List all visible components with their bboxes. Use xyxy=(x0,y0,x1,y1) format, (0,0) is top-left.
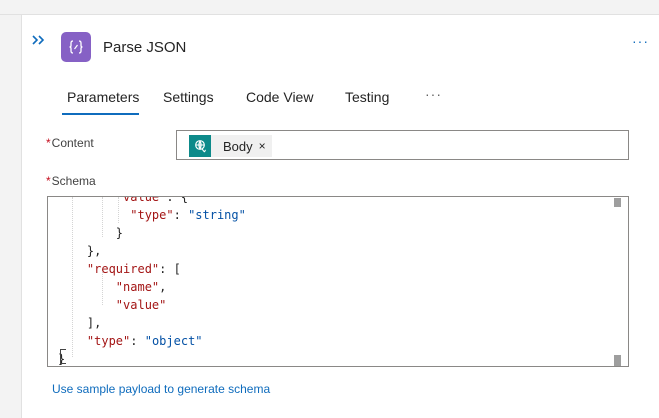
tab-testing[interactable]: Testing xyxy=(345,86,425,116)
code-line: ], xyxy=(58,316,102,330)
schema-code[interactable]: "value": { "type": "string" } }, "requir… xyxy=(58,196,246,366)
code-line: "name", xyxy=(115,280,167,294)
double-chevron-right-icon[interactable] xyxy=(31,33,47,47)
vertical-scrollbar[interactable] xyxy=(616,197,628,366)
more-options-button[interactable]: ··· xyxy=(632,33,649,49)
sample-payload-link[interactable]: Use sample payload to generate schema xyxy=(52,382,270,396)
schema-label: *Schema xyxy=(46,174,96,188)
content-input[interactable]: Body × xyxy=(176,130,629,160)
remove-token-icon[interactable]: × xyxy=(259,139,266,153)
top-bar xyxy=(0,0,659,15)
braces-icon xyxy=(61,32,91,62)
schema-editor[interactable]: "value": { "type": "string" } }, "requir… xyxy=(47,196,629,367)
http-request-icon xyxy=(189,135,211,157)
required-marker: * xyxy=(46,136,51,150)
bracket-highlight xyxy=(60,349,66,364)
tab-settings[interactable]: Settings xyxy=(163,86,246,116)
scrollbar-thumb[interactable] xyxy=(614,198,621,207)
code-line: }, xyxy=(58,244,102,258)
page-title: Parse JSON xyxy=(103,39,187,56)
code-line: "value": { xyxy=(115,196,189,204)
code-line: } xyxy=(58,352,66,366)
left-rail xyxy=(0,15,22,418)
tab-parameters[interactable]: Parameters xyxy=(62,86,163,116)
code-line: "type": "object" xyxy=(86,334,203,348)
token-label: Body xyxy=(223,138,253,154)
code-line: "type": "string" xyxy=(130,208,246,222)
tab-bar: Parameters Settings Code View Testing ··… xyxy=(62,86,442,118)
code-line: "value" xyxy=(115,298,167,312)
required-marker: * xyxy=(46,174,51,188)
tab-code-view[interactable]: Code View xyxy=(246,86,345,116)
scrollbar-marker xyxy=(614,355,621,366)
code-line: "required": [ xyxy=(86,262,181,276)
tabs-more-button[interactable]: ··· xyxy=(425,86,442,118)
content-label: *Content xyxy=(46,136,94,150)
body-token[interactable]: Body × xyxy=(189,135,272,157)
code-line: } xyxy=(58,226,124,240)
